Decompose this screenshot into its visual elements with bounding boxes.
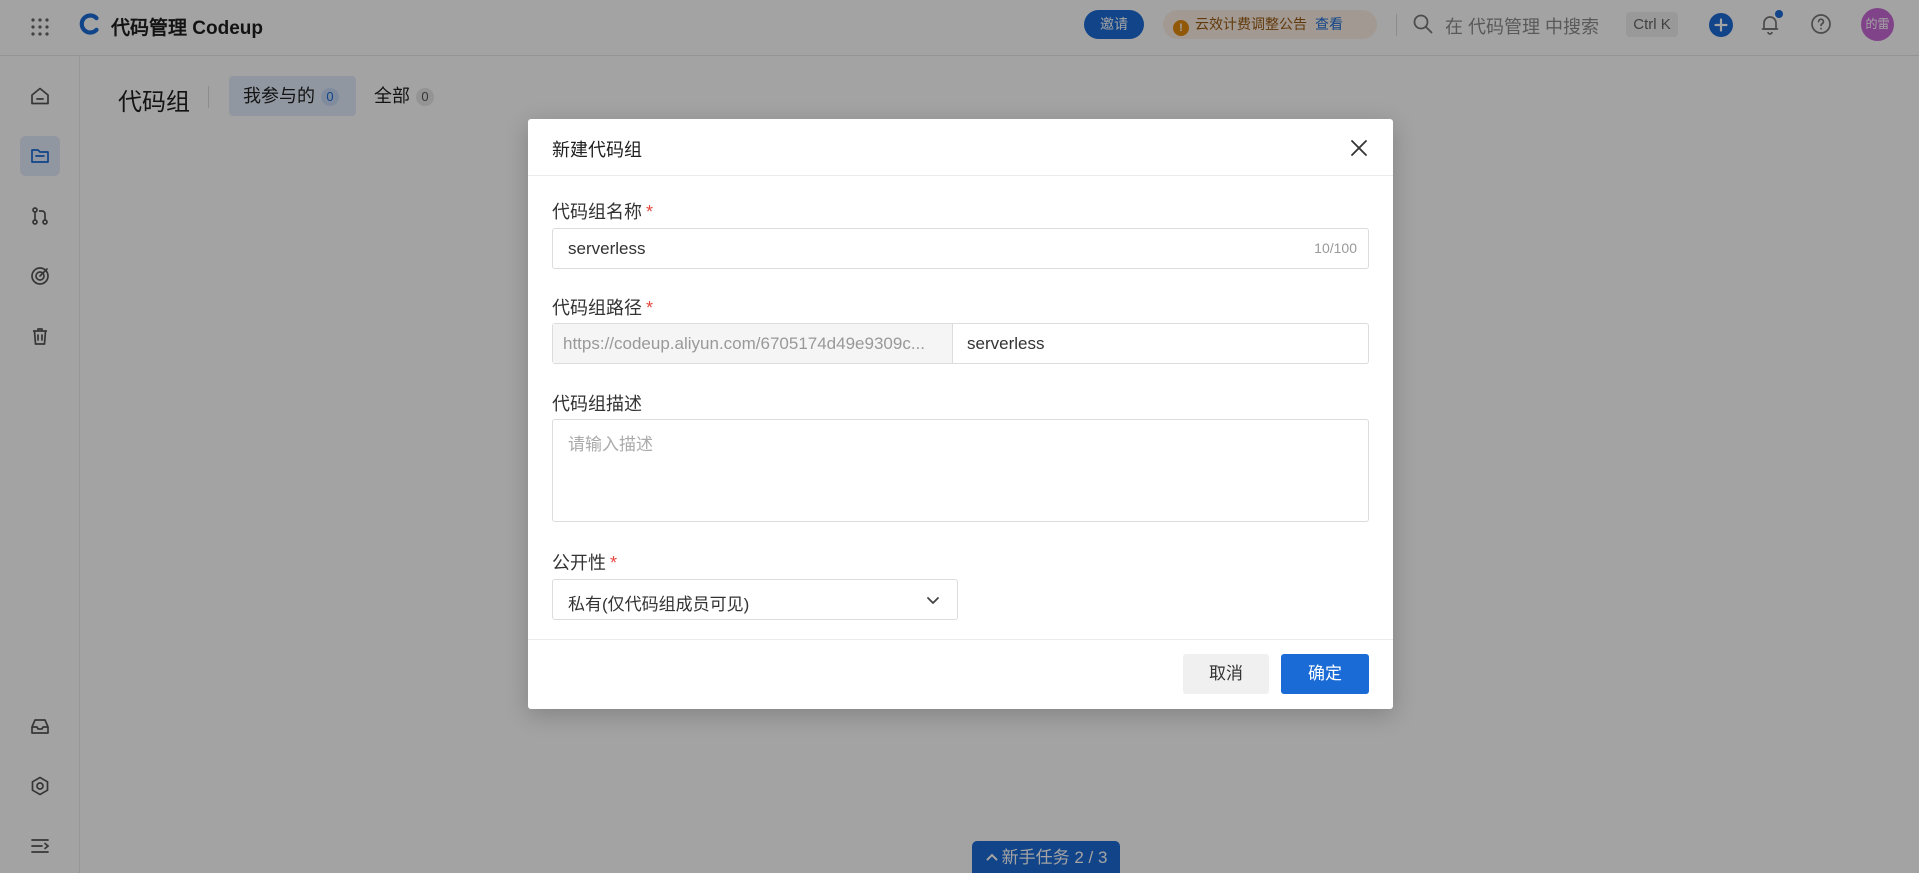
group-name-value: serverless	[568, 239, 646, 258]
chevron-down-icon	[927, 597, 939, 604]
char-counter: 10/100	[1314, 240, 1357, 256]
visibility-label: 公开性 *	[552, 553, 618, 573]
path-prefix: https://codeup.aliyun.com/6705174d49e930…	[553, 324, 953, 363]
group-path-field: https://codeup.aliyun.com/6705174d49e930…	[552, 323, 1369, 364]
required-mark: *	[646, 202, 654, 222]
group-description-label: 代码组描述	[552, 394, 642, 414]
dialog-footer: 取消 确定	[528, 639, 1393, 709]
cancel-button[interactable]: 取消	[1183, 654, 1269, 694]
dialog-title: 新建代码组	[552, 140, 642, 160]
visibility-value: 私有(仅代码组成员可见)	[568, 595, 750, 614]
close-icon	[1351, 140, 1367, 156]
confirm-button[interactable]: 确定	[1281, 654, 1369, 694]
visibility-select[interactable]: 私有(仅代码组成员可见)	[552, 579, 958, 620]
dialog-header: 新建代码组	[528, 119, 1393, 176]
group-path-input[interactable]: serverless	[967, 334, 1044, 354]
required-mark: *	[610, 553, 618, 573]
required-mark: *	[646, 298, 654, 318]
group-name-label: 代码组名称 *	[552, 202, 654, 222]
create-group-dialog: 新建代码组 代码组名称 * serverless 10/100 代码组路径 * ht…	[528, 119, 1393, 709]
close-button[interactable]	[1345, 134, 1373, 162]
group-path-label: 代码组路径 *	[552, 298, 654, 318]
group-name-input[interactable]: serverless 10/100	[552, 228, 1369, 269]
group-description-textarea[interactable]: 请输入描述	[552, 419, 1369, 522]
description-placeholder: 请输入描述	[568, 435, 653, 454]
